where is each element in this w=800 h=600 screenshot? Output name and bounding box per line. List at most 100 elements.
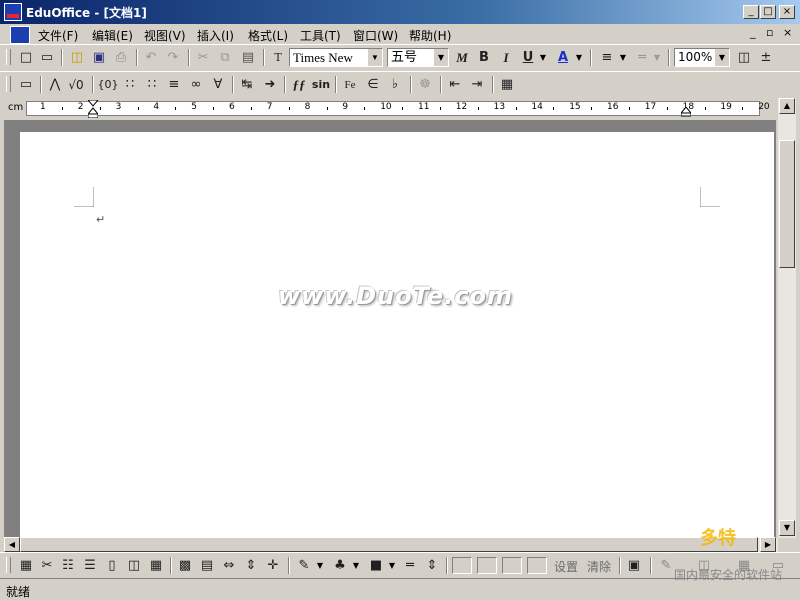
menu-tools[interactable]: 工具(T)	[300, 27, 341, 44]
chevron-down-icon[interactable]: ▼	[433, 49, 448, 66]
math-italic-button[interactable]: M	[452, 48, 472, 68]
fill-dropdown[interactable]: ▼	[351, 556, 361, 576]
menu-insert[interactable]: 插入(I)	[197, 27, 234, 44]
settings-button[interactable]: 设置	[554, 558, 578, 575]
new-page-icon[interactable]: ▭	[37, 48, 57, 68]
image-icon[interactable]: ▣	[624, 556, 644, 576]
align-icon[interactable]: ≡	[597, 48, 617, 68]
doc-minimize-button[interactable]: _	[750, 26, 756, 39]
scroll-left-button[interactable]: ◀	[4, 537, 20, 552]
columns-icon[interactable]: ▯	[102, 556, 122, 576]
undo-icon[interactable]: ↶	[141, 48, 161, 68]
function-button[interactable]: ƒƒ	[289, 75, 309, 95]
indent-decrease-icon[interactable]: ⇤	[445, 75, 465, 95]
horizontal-ruler[interactable]: cm 1 2 3 4 5 6 7 8 9 10 11 12 13 14 15 16 17 18 19 20	[0, 98, 776, 120]
italic-button[interactable]: I	[496, 48, 516, 68]
molecule-icon[interactable]: ☸	[415, 75, 435, 95]
toolbar-grip[interactable]	[6, 49, 11, 65]
merge-cell-icon[interactable]: ☷	[58, 556, 78, 576]
autofit-icon[interactable]: ✛	[263, 556, 283, 576]
fill-bucket-icon[interactable]: ♣	[330, 556, 350, 576]
menu-edit[interactable]: 编辑(E)	[92, 27, 133, 44]
title-bar[interactable]: EduOffice - [文档1] _ □ ×	[0, 0, 800, 24]
doc-restore-button[interactable]: ▫	[766, 26, 773, 39]
border-right-swatch[interactable]	[477, 557, 497, 574]
table-tool-icon[interactable]: ▦	[497, 75, 517, 95]
fraction-icon[interactable]: ⋀	[45, 75, 65, 95]
frame-icon[interactable]: ▭	[16, 75, 36, 95]
line-spacing-dropdown[interactable]: ▼	[652, 48, 662, 68]
underline-button[interactable]: U	[518, 48, 538, 68]
scroll-right-button[interactable]: ▶	[760, 537, 776, 552]
border-top-swatch[interactable]	[502, 557, 522, 574]
clear-button[interactable]: 清除	[587, 558, 611, 575]
document-page[interactable]	[20, 132, 774, 538]
menu-window[interactable]: 窗口(W)	[353, 27, 398, 44]
indent-increase-icon[interactable]: ⇥	[467, 75, 487, 95]
rows-icon[interactable]: ☰	[80, 556, 100, 576]
toolbar-grip[interactable]	[6, 557, 11, 573]
font-color-dropdown[interactable]: ▼	[574, 48, 584, 68]
isotope-icon[interactable]: ∈	[363, 75, 383, 95]
zoom-select[interactable]: 100% ▼	[674, 48, 730, 67]
pen-dropdown[interactable]: ▼	[315, 556, 325, 576]
document-icon[interactable]	[10, 26, 30, 44]
toolbar-grip[interactable]	[6, 76, 11, 92]
text-box-icon[interactable]: ▩	[175, 556, 195, 576]
equal-height-icon[interactable]: ⇕	[241, 556, 261, 576]
save-icon[interactable]: ▣	[89, 48, 109, 68]
align-cell-icon[interactable]: ▤	[197, 556, 217, 576]
insert-row-icon[interactable]: ↹	[237, 75, 257, 95]
new-doc-icon[interactable]: □	[16, 48, 36, 68]
font-name-select[interactable]: Times New ▼	[289, 48, 383, 67]
shading-icon[interactable]: ■	[366, 556, 386, 576]
shading-dropdown[interactable]: ▼	[387, 556, 397, 576]
line-spacing-icon[interactable]: ═	[632, 48, 652, 68]
app-logo-icon[interactable]	[4, 3, 22, 21]
pen-icon[interactable]: ✎	[294, 556, 314, 576]
menu-format[interactable]: 格式(L)	[248, 27, 288, 44]
equal-width-icon[interactable]: ⇔	[219, 556, 239, 576]
grid-icon[interactable]: ▦	[146, 556, 166, 576]
chevron-down-icon[interactable]: ▼	[367, 49, 382, 66]
bracket-icon[interactable]: ∀	[208, 75, 228, 95]
cut-icon[interactable]: ✂	[193, 48, 213, 68]
over-under-icon[interactable]: ∞	[186, 75, 206, 95]
redo-icon[interactable]: ↷	[163, 48, 183, 68]
open-folder-icon[interactable]: ◫	[67, 48, 87, 68]
menu-file[interactable]: 文件(F)	[38, 27, 78, 44]
arrow-right-icon[interactable]: ➜	[260, 75, 280, 95]
border-width-icon[interactable]: ⇕	[422, 556, 442, 576]
close-button[interactable]: ×	[779, 5, 795, 19]
border-bottom-swatch[interactable]	[527, 557, 547, 574]
matrix-icon[interactable]: ∷	[120, 75, 140, 95]
indent-marker-icon[interactable]	[86, 99, 100, 119]
menu-view[interactable]: 视图(V)	[144, 27, 186, 44]
underline-dropdown[interactable]: ▼	[538, 48, 548, 68]
draw-icon[interactable]: ✎	[656, 556, 676, 576]
font-color-button[interactable]: A	[553, 48, 573, 68]
page-layout-icon[interactable]: ◫	[734, 48, 754, 68]
matrix-rows-icon[interactable]: ∷	[142, 75, 162, 95]
plus-minus-button[interactable]: ±	[756, 48, 776, 68]
vertical-scroll-thumb[interactable]	[779, 140, 795, 268]
speaker-icon[interactable]: ♭	[385, 75, 405, 95]
minimize-button[interactable]: _	[743, 5, 759, 19]
align-dropdown[interactable]: ▼	[618, 48, 628, 68]
bold-button[interactable]: B	[474, 48, 494, 68]
chevron-down-icon[interactable]: ▼	[714, 49, 729, 66]
table-frame-icon[interactable]: ◫	[124, 556, 144, 576]
horizontal-scroll-thumb[interactable]	[20, 537, 758, 552]
border-style-icon[interactable]: ═	[400, 556, 420, 576]
stack-icon[interactable]: ≡	[164, 75, 184, 95]
scroll-up-button[interactable]: ▲	[779, 98, 795, 114]
paste-icon[interactable]: ▤	[238, 48, 258, 68]
chem-button[interactable]: Fe	[340, 75, 360, 95]
braces-button[interactable]: {0}	[96, 75, 120, 95]
print-icon[interactable]: ⎙	[111, 48, 131, 68]
split-cell-icon[interactable]: ✂	[37, 556, 57, 576]
insert-table-icon[interactable]: ▦	[16, 556, 36, 576]
sin-button[interactable]: sin	[311, 75, 331, 95]
copy-icon[interactable]: ⧉	[215, 48, 235, 68]
maximize-button[interactable]: □	[760, 5, 776, 19]
